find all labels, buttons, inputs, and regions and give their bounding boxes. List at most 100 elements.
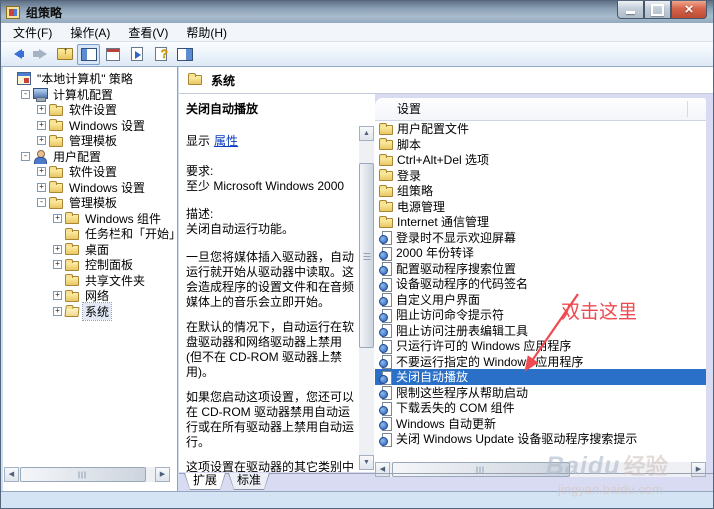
properties-link[interactable]: 属性 xyxy=(214,134,238,148)
folder-icon xyxy=(65,292,79,302)
tree-item-computer-admin-templates[interactable]: + 管理模板 xyxy=(3,133,177,149)
tree-item-local-computer-policy[interactable]: "本地计算机" 策略 xyxy=(3,71,177,87)
menu-action[interactable]: 操作(A) xyxy=(61,22,119,43)
scroll-right-icon[interactable]: ▶ xyxy=(691,462,706,477)
extended-view-icon[interactable] xyxy=(173,44,196,65)
setting-item[interactable]: 设备驱动程序的代码签名 xyxy=(375,276,706,292)
scrollbar-thumb[interactable] xyxy=(359,163,374,348)
setting-item[interactable]: 阻止访问注册表编辑工具 xyxy=(375,323,706,339)
setting-item[interactable]: 配置驱动程序搜索位置 xyxy=(375,261,706,277)
requirement-label: 要求: xyxy=(186,164,355,179)
pane-header-title: 系统 xyxy=(211,72,235,89)
close-button[interactable] xyxy=(671,1,707,19)
group-policy-root-icon xyxy=(17,72,31,85)
tree-item-user-admin-templates[interactable]: - 管理模板 xyxy=(3,195,177,211)
export-list-icon[interactable] xyxy=(125,44,148,65)
tree-item-computer-windows-settings[interactable]: + Windows 设置 xyxy=(3,118,177,134)
tab-standard[interactable]: 标准 xyxy=(228,473,270,490)
scroll-down-icon[interactable]: ▼ xyxy=(359,455,374,470)
tree-item-desktop[interactable]: + 桌面 xyxy=(3,242,177,258)
forward-icon[interactable] xyxy=(29,44,52,65)
setting-item[interactable]: 关闭 Windows Update 设备驱动程序搜索提示 xyxy=(375,431,706,447)
up-one-level-icon[interactable] xyxy=(53,44,76,65)
tree-item-user-windows-settings[interactable]: + Windows 设置 xyxy=(3,180,177,196)
policy-icon xyxy=(379,402,392,415)
back-icon[interactable] xyxy=(5,44,28,65)
setting-item[interactable]: Internet 通信管理 xyxy=(375,214,706,230)
setting-item[interactable]: 不要运行指定的 Windows 应用程序 xyxy=(375,354,706,370)
tree-item-computer-config[interactable]: - 计算机配置 xyxy=(3,87,177,103)
app-icon xyxy=(6,6,20,19)
show-console-tree-icon[interactable] xyxy=(77,44,100,65)
tree-item-windows-components[interactable]: + Windows 组件 xyxy=(3,211,177,227)
setting-item[interactable]: 登录 xyxy=(375,168,706,184)
setting-item[interactable]: 脚本 xyxy=(375,137,706,153)
tree-expander[interactable]: + xyxy=(37,121,46,130)
tree-horizontal-scrollbar[interactable]: ◀ ▶ xyxy=(4,467,170,482)
folder-icon xyxy=(49,137,63,147)
tree-item-user-software-settings[interactable]: + 软件设置 xyxy=(3,164,177,180)
tree-item-shared-folders[interactable]: 共享文件夹 xyxy=(3,273,177,289)
setting-item[interactable]: 阻止访问命令提示符 xyxy=(375,307,706,323)
tree-item-network[interactable]: + 网络 xyxy=(3,288,177,304)
setting-item[interactable]: 只运行许可的 Windows 应用程序 xyxy=(375,338,706,354)
tree-expander[interactable]: + xyxy=(53,260,62,269)
scroll-left-icon[interactable]: ◀ xyxy=(375,462,390,477)
settings-list: 用户配置文件 脚本 Ctrl+Alt+Del 选项 登录 组策略 xyxy=(375,121,706,447)
tree-expander[interactable]: + xyxy=(37,183,46,192)
settings-horizontal-scrollbar[interactable]: ◀ ▶ xyxy=(375,462,706,477)
menu-file[interactable]: 文件(F) xyxy=(4,22,61,43)
title-bar[interactable]: 组策略 xyxy=(1,1,713,23)
setting-item[interactable]: 登录时不显示欢迎屏幕 xyxy=(375,230,706,246)
setting-item[interactable]: 电源管理 xyxy=(375,199,706,215)
setting-item[interactable]: 用户配置文件 xyxy=(375,121,706,137)
settings-column-header[interactable]: 设置 xyxy=(375,98,706,121)
description-paragraph: 如果您启动这项设置，您还可以在 CD-ROM 驱动器禁用自动运行或在所有驱动器上… xyxy=(186,390,355,450)
setting-item[interactable]: 限制这些程序从帮助启动 xyxy=(375,385,706,401)
scroll-left-icon[interactable]: ◀ xyxy=(4,467,19,482)
tree-expander[interactable]: - xyxy=(37,198,46,207)
view-tabs: 扩展标准 xyxy=(184,473,270,490)
tree-expander[interactable]: + xyxy=(37,105,46,114)
setting-item[interactable]: 下载丢失的 COM 组件 xyxy=(375,400,706,416)
setting-item[interactable]: 关闭自动播放 xyxy=(375,369,706,385)
tree-item-taskbar-start-menu[interactable]: 任务栏和「开始」菜 xyxy=(3,226,177,242)
tab-extended[interactable]: 扩展 xyxy=(184,473,226,490)
maximize-button[interactable] xyxy=(644,1,671,19)
settings-list-panel: 设置 用户配置文件 脚本 Ctrl+Alt+Del 选项 xyxy=(375,98,706,477)
policy-icon xyxy=(379,417,392,430)
tree-expander[interactable]: + xyxy=(37,136,46,145)
tree-expander[interactable]: + xyxy=(53,307,62,316)
tree-item-control-panel[interactable]: + 控制面板 xyxy=(3,257,177,273)
minimize-button[interactable] xyxy=(617,1,644,19)
results-pane: 系统 关闭自动播放 显示属性 要求: 至少 Microsoft Windows … xyxy=(179,67,713,493)
setting-item[interactable]: 自定义用户界面 xyxy=(375,292,706,308)
scroll-right-icon[interactable]: ▶ xyxy=(155,467,170,482)
tree-item-computer-software-settings[interactable]: + 软件设置 xyxy=(3,102,177,118)
column-divider[interactable] xyxy=(687,101,688,117)
setting-item[interactable]: 2000 年份转译 xyxy=(375,245,706,261)
description-vertical-scrollbar[interactable]: ▲ ▼ xyxy=(359,126,374,470)
tree-item-system[interactable]: + 系统 xyxy=(3,304,177,320)
folder-icon xyxy=(65,214,79,224)
tree-expander[interactable]: + xyxy=(37,167,46,176)
tree-expander[interactable]: - xyxy=(21,152,30,161)
setting-item[interactable]: Ctrl+Alt+Del 选项 xyxy=(375,152,706,168)
tree-expander[interactable]: + xyxy=(53,291,62,300)
scrollbar-thumb[interactable] xyxy=(392,462,570,477)
tree-expander[interactable]: + xyxy=(53,214,62,223)
tree-expander[interactable]: + xyxy=(53,245,62,254)
scrollbar-thumb[interactable] xyxy=(20,467,146,482)
help-icon[interactable] xyxy=(149,44,172,65)
tree-item-user-config[interactable]: - 用户配置 xyxy=(3,149,177,165)
properties-icon[interactable] xyxy=(101,44,124,65)
setting-item[interactable]: Windows 自动更新 xyxy=(375,416,706,432)
menu-help[interactable]: 帮助(H) xyxy=(177,22,236,43)
description-intro: 关闭自动运行功能。 xyxy=(186,222,355,237)
tree-expander[interactable]: - xyxy=(21,90,30,99)
menu-view[interactable]: 查看(V) xyxy=(119,22,177,43)
window-bottom-border xyxy=(1,491,713,508)
policy-icon xyxy=(379,247,392,260)
setting-item[interactable]: 组策略 xyxy=(375,183,706,199)
scroll-up-icon[interactable]: ▲ xyxy=(359,126,374,141)
